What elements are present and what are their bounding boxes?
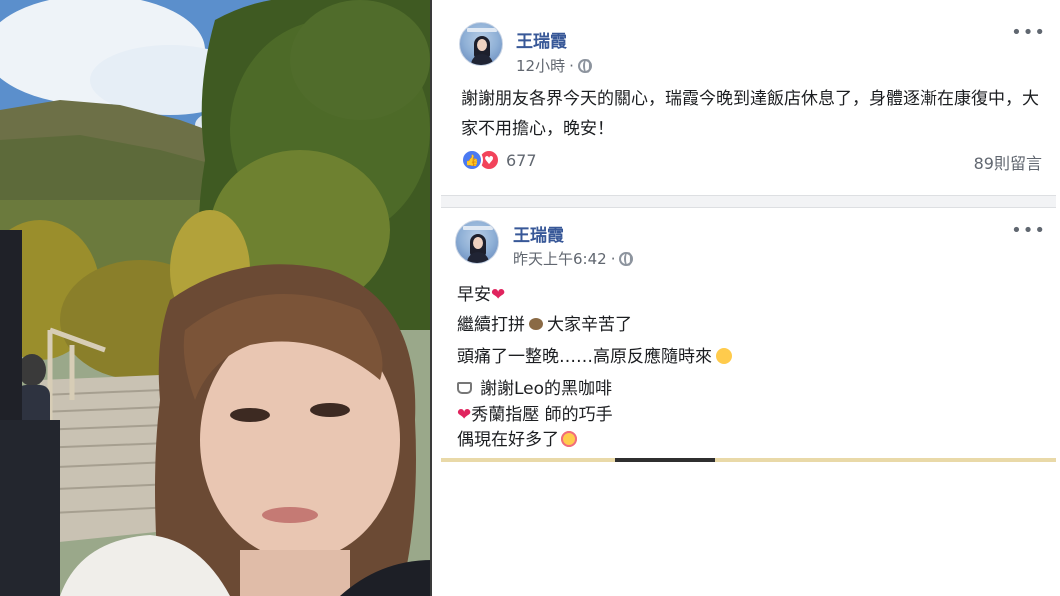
avatar-face (477, 39, 487, 51)
red-heart-icon: ❤ (457, 405, 472, 425)
more-options-icon[interactable]: ••• (1011, 220, 1046, 241)
post-line: ❤秀蘭指壓 師的巧手 (457, 400, 613, 425)
post-line: 偶現在好多了 (457, 425, 577, 450)
post-line-text: 繼續打拼 (457, 315, 525, 335)
globe-icon[interactable] (619, 251, 634, 266)
avatar-sign (467, 28, 497, 32)
meta-separator: · (610, 249, 616, 268)
smiling-face-hearts-icon (561, 431, 577, 447)
post-line: 頭痛了一整晚……高原反應隨時來 (457, 342, 732, 367)
facebook-feed: 王瑞霞 12小時 · ••• 謝謝朋友各界今天的關心，瑞霞今晚到達飯店休息了，身… (433, 0, 1060, 596)
post-line: 繼續打拼 大家辛苦了 (457, 310, 632, 335)
photo-scene (0, 0, 432, 596)
meta-separator: · (569, 56, 574, 75)
post-media-thumb[interactable] (615, 458, 715, 462)
feed-divider (441, 196, 1056, 208)
post-card: 王瑞霞 12小時 · ••• 謝謝朋友各界今天的關心，瑞霞今晚到達飯店休息了，身… (441, 0, 1056, 196)
avatar[interactable] (455, 220, 499, 264)
coffee-icon (457, 382, 472, 394)
like-icon: 👍 (461, 149, 483, 171)
post-author[interactable]: 王瑞霞 (513, 221, 564, 246)
post-time[interactable]: 12小時 (516, 55, 565, 76)
snail-icon (529, 318, 543, 330)
post-line-text: 頭痛了一整晚……高原反應隨時來 (457, 347, 712, 367)
reactions-summary[interactable]: 👍 ♥ 677 (461, 149, 537, 171)
reaction-count: 677 (506, 150, 537, 170)
post-line-text: 謝謝Leo的黑咖啡 (480, 379, 613, 399)
avatar-sign (463, 226, 493, 230)
photo-border (430, 0, 432, 596)
post-meta: 昨天上午6:42 · (513, 248, 634, 269)
post-line: 早安❤ (457, 280, 505, 305)
post-time[interactable]: 昨天上午6:42 (513, 248, 607, 269)
more-options-icon[interactable]: ••• (1011, 22, 1046, 43)
post-line-text: 大家辛苦了 (547, 315, 632, 335)
tired-face-icon (716, 348, 732, 364)
post-line-text: 偶現在好多了 (457, 430, 559, 450)
avatar-face (473, 237, 483, 249)
globe-icon[interactable] (577, 58, 592, 73)
post-author[interactable]: 王瑞霞 (516, 27, 567, 52)
comment-count[interactable]: 89則留言 (974, 150, 1042, 174)
post-body: 謝謝朋友各界今天的關心，瑞霞今晚到達飯店休息了，身體逐漸在康復中，大家不用擔心，… (461, 89, 1039, 139)
post-card: 王瑞霞 昨天上午6:42 · ••• 早安❤ 繼續打拼 大家辛苦了 頭痛了一整晚…… (441, 208, 1056, 458)
avatar[interactable] (459, 22, 503, 66)
selfie-photo (0, 0, 432, 596)
post-media-strip (441, 458, 1056, 462)
red-heart-icon: ❤ (491, 285, 506, 305)
post-line-text: 秀蘭指壓 師的巧手 (471, 405, 613, 425)
post-line-text: 早安 (457, 285, 491, 305)
post-meta: 12小時 · (516, 55, 592, 76)
post-line: 謝謝Leo的黑咖啡 (457, 374, 612, 399)
